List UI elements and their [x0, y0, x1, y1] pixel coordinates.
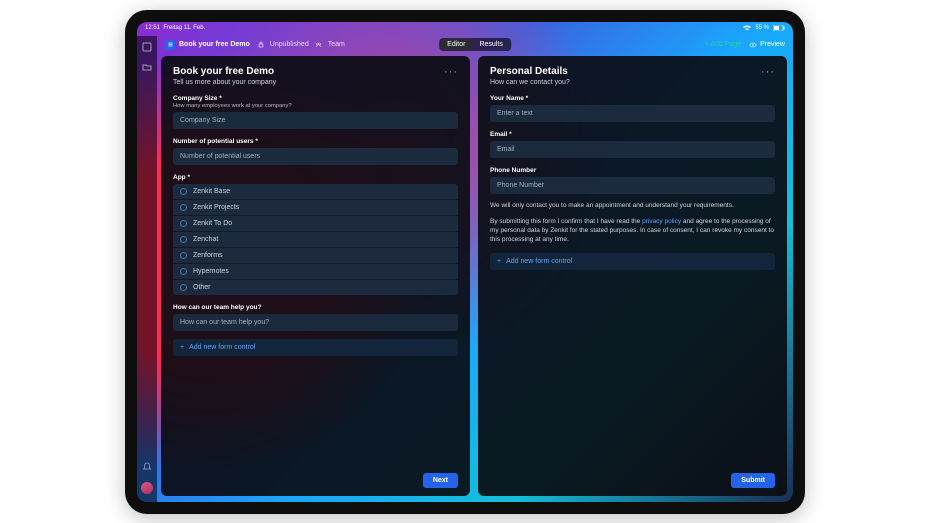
more-icon[interactable]: ···	[761, 66, 775, 78]
wifi-icon	[743, 25, 751, 31]
option-label: Zenchat	[193, 236, 218, 243]
preview-label: Preview	[760, 41, 785, 48]
name-input[interactable]: Enter a text	[490, 105, 775, 122]
app-option[interactable]: Zenkit Projects	[173, 200, 458, 216]
app-label: App *	[173, 174, 458, 181]
radio-icon	[180, 236, 187, 243]
name-label: Your Name *	[490, 95, 775, 102]
card-subtitle: How can we contact you?	[490, 79, 570, 86]
option-label: Zenkit Base	[193, 188, 230, 195]
app-option[interactable]: Hypernotes	[173, 264, 458, 280]
left-rail	[137, 36, 157, 502]
preview-button[interactable]: Preview	[749, 41, 785, 48]
app-logo	[165, 40, 175, 50]
radio-icon	[180, 220, 187, 227]
lock-icon	[258, 41, 264, 48]
help-label: How can our team help you?	[173, 304, 458, 311]
email-label: Email *	[490, 131, 775, 138]
folder-icon[interactable]	[142, 62, 152, 72]
users-input[interactable]: Number of potential users	[173, 148, 458, 165]
avatar[interactable]	[141, 482, 153, 494]
users-label: Number of potential users *	[173, 138, 458, 145]
radio-icon	[180, 204, 187, 211]
app-bar: Book your free Demo Unpublished Team Edi…	[157, 36, 793, 54]
workspace: Book your free Demo Tell us more about y…	[161, 56, 787, 496]
status-date: Freitag 11. Feb.	[163, 25, 205, 31]
screen: 12:51 Freitag 11. Feb. 55 % Book your fr…	[137, 22, 793, 502]
battery-icon	[773, 25, 785, 31]
option-label: Zenkit To Do	[193, 220, 232, 227]
option-label: Hypernotes	[193, 268, 229, 275]
add-form-control-button[interactable]: + Add new form control	[173, 339, 458, 356]
option-label: Other	[193, 284, 211, 291]
radio-icon	[180, 252, 187, 259]
card-subtitle: Tell us more about your company	[173, 79, 276, 86]
radio-icon	[180, 268, 187, 275]
app-option[interactable]: Other	[173, 280, 458, 295]
app-option[interactable]: Zenchat	[173, 232, 458, 248]
disclaimer-1: We will only contact you to make an appo…	[490, 202, 775, 211]
team-icon	[315, 42, 322, 48]
collections-icon[interactable]	[142, 42, 152, 52]
plus-icon: +	[497, 258, 501, 265]
plus-icon: +	[705, 41, 709, 48]
phone-label: Phone Number	[490, 167, 775, 174]
add-form-control-button[interactable]: + Add new form control	[490, 253, 775, 270]
battery-text: 55 %	[755, 25, 769, 31]
status-time: 12:51	[145, 25, 160, 31]
phone-input[interactable]: Phone Number	[490, 177, 775, 194]
form-card-personal: Personal Details How can we contact you?…	[478, 56, 787, 496]
radio-icon	[180, 284, 187, 291]
status-left: 12:51 Freitag 11. Feb.	[145, 25, 205, 31]
page-meta: Unpublished Team	[258, 41, 345, 48]
option-label: Zenforms	[193, 252, 223, 259]
more-icon[interactable]: ···	[444, 66, 458, 78]
card-title: Personal Details	[490, 66, 570, 77]
app-option[interactable]: Zenkit Base	[173, 184, 458, 200]
tab-results[interactable]: Results	[472, 39, 509, 50]
card-title: Book your free Demo	[173, 66, 276, 77]
page-title: Book your free Demo	[179, 41, 250, 48]
company-size-input[interactable]: Company Size	[173, 112, 458, 129]
submit-button[interactable]: Submit	[731, 473, 775, 488]
disclaimer-text: By submitting this form I confirm that I…	[490, 218, 642, 225]
help-input[interactable]: How can our team help you?	[173, 314, 458, 331]
option-label: Zenkit Projects	[193, 204, 239, 211]
app-option[interactable]: Zenkit To Do	[173, 216, 458, 232]
app-options: Zenkit Base Zenkit Projects Zenkit To Do Ze…	[173, 184, 458, 295]
tab-editor[interactable]: Editor	[440, 39, 472, 50]
status-right: 55 %	[743, 25, 785, 31]
company-size-label: Company Size *	[173, 95, 458, 102]
team-label[interactable]: Team	[328, 41, 345, 48]
next-button[interactable]: Next	[423, 473, 458, 488]
plus-icon: +	[180, 344, 184, 351]
app-option[interactable]: Zenforms	[173, 248, 458, 264]
view-segmented-control: Editor Results	[439, 38, 511, 51]
ipad-frame: 12:51 Freitag 11. Feb. 55 % Book your fr…	[125, 10, 805, 514]
form-card-company: Book your free Demo Tell us more about y…	[161, 56, 470, 496]
status-bar: 12:51 Freitag 11. Feb. 55 %	[137, 22, 793, 34]
add-control-label: Add new form control	[189, 344, 255, 351]
add-page-label: Add Page	[710, 41, 741, 48]
email-input[interactable]: Email	[490, 141, 775, 158]
radio-icon	[180, 188, 187, 195]
company-size-hint: How many employees work at your company?	[173, 103, 458, 109]
privacy-policy-link[interactable]: privacy policy	[642, 218, 681, 225]
bell-icon[interactable]	[142, 462, 152, 472]
add-page-button[interactable]: + Add Page	[705, 41, 741, 48]
unpublished-label[interactable]: Unpublished	[270, 41, 309, 48]
eye-icon	[749, 42, 757, 48]
add-control-label: Add new form control	[506, 258, 572, 265]
disclaimer-2: By submitting this form I confirm that I…	[490, 218, 775, 244]
